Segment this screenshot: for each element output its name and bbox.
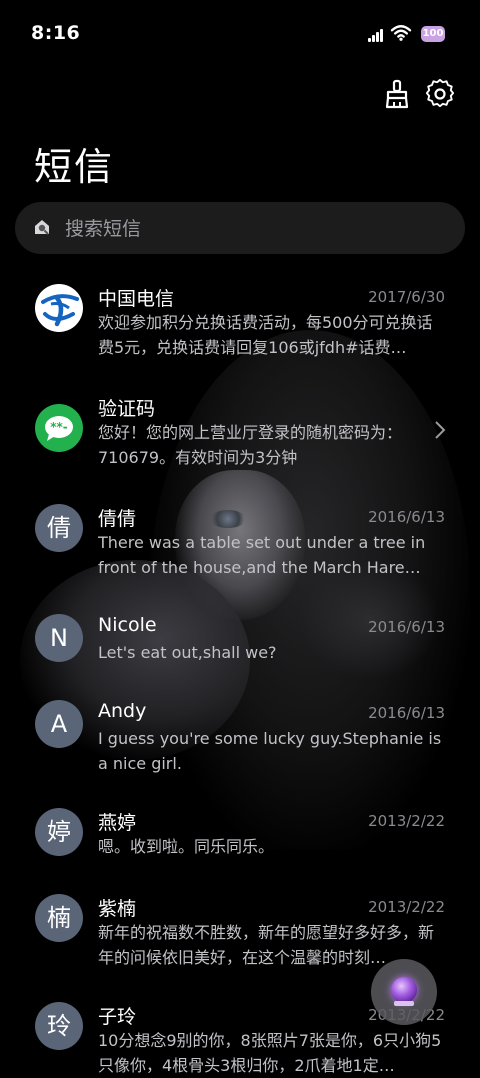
crystal-ball-icon (391, 977, 417, 1003)
message-preview: Let's eat out,shall we? (98, 643, 277, 662)
message-date: 2016/6/13 (368, 508, 445, 526)
contact-name: 倩倩 (98, 508, 137, 530)
contact-name: 子玲 (98, 1006, 137, 1028)
message-preview: 10分想念9别的你，8张照片7张是你，6只小狗5只像你，4根骨头3根归你，2爪着… (98, 1031, 442, 1075)
message-date: 2013/2/22 (368, 812, 445, 830)
contact-name: 紫楠 (98, 898, 137, 920)
battery-icon: 100 (421, 26, 445, 42)
search-input[interactable] (63, 202, 447, 256)
message-date: 2013/2/22 (368, 898, 445, 916)
settings-gear-icon[interactable] (424, 78, 456, 110)
message-preview: 欢迎参加积分兑换话费活动，每500分可兑换话费5元，兑换话费请回复106或jfd… (98, 313, 433, 357)
page-title: 短信 (34, 145, 115, 189)
clean-icon[interactable] (381, 78, 413, 110)
status-time: 8:16 (31, 22, 81, 44)
avatar: A (35, 700, 83, 748)
status-bar: 8:16 100 (0, 0, 480, 66)
signal-icon (368, 28, 386, 42)
svg-text:**-: **- (50, 420, 68, 434)
search-icon (35, 220, 49, 235)
contact-name: Nicole (98, 614, 157, 636)
contact-name: Andy (98, 700, 147, 722)
avatar: N (35, 614, 83, 662)
message-preview: I guess you're some lucky guy.Stephanie … (98, 729, 442, 773)
avatar: 楠 (35, 894, 83, 942)
message-bubble-icon: **- (35, 404, 83, 452)
chevron-right-icon[interactable] (434, 420, 446, 440)
message-date: 2016/6/13 (368, 704, 445, 722)
message-date: 2017/6/30 (368, 288, 445, 306)
avatar: 婷 (35, 808, 83, 856)
contact-name: 中国电信 (98, 288, 175, 310)
contact-name: 验证码 (98, 398, 156, 420)
contact-name: 燕婷 (98, 812, 137, 834)
avatar: 玲 (35, 1002, 83, 1050)
china-telecom-logo-icon (35, 284, 83, 332)
search-bar[interactable] (15, 202, 465, 256)
crystal-ball-button[interactable] (371, 959, 437, 1025)
message-preview: 嗯。收到啦。同乐同乐。 (98, 837, 275, 856)
message-preview: 您好！您的网上营业厅登录的随机密码为：710679。有效时间为3分钟 (98, 423, 403, 467)
message-preview: There was a table set out under a tree i… (98, 533, 426, 577)
message-date: 2016/6/13 (368, 618, 445, 636)
wifi-icon (390, 25, 412, 41)
avatar: 倩 (35, 504, 83, 552)
